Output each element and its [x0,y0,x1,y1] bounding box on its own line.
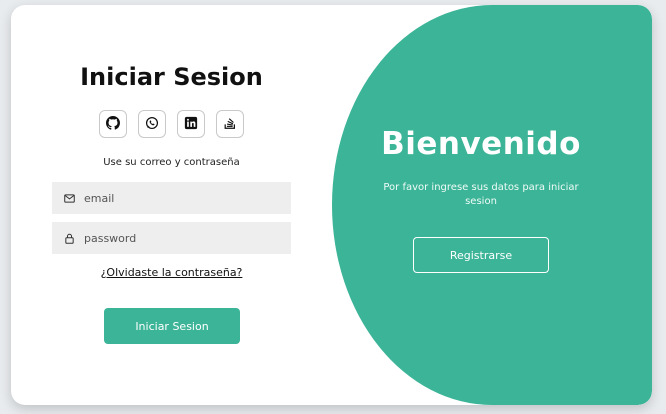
lock-icon [64,229,82,248]
login-form-panel: Iniciar Sesion Use su correo y contraseñ… [11,5,332,405]
github-button[interactable] [99,110,127,138]
linkedin-icon [184,115,198,134]
email-input[interactable] [82,190,276,206]
github-icon [106,115,120,134]
stackoverflow-button[interactable] [216,110,244,138]
login-title: Iniciar Sesion [80,63,263,91]
stackoverflow-icon [223,115,237,134]
mail-icon [64,189,82,208]
whatsapp-icon [145,115,159,134]
whatsapp-button[interactable] [138,110,166,138]
email-field[interactable] [52,182,291,214]
password-field[interactable] [52,222,291,254]
welcome-title: Bienvenido [381,126,581,162]
linkedin-button[interactable] [177,110,205,138]
credentials-hint: Use su correo y contraseña [103,157,240,168]
welcome-text: Por favor ingrese sus datos para iniciar… [383,182,579,207]
password-input[interactable] [82,230,276,246]
register-button[interactable]: Registrarse [413,237,549,273]
forgot-password-link[interactable]: ¿Olvidaste la contraseña? [11,266,332,279]
login-button[interactable]: Iniciar Sesion [104,308,240,344]
social-buttons [99,110,244,138]
